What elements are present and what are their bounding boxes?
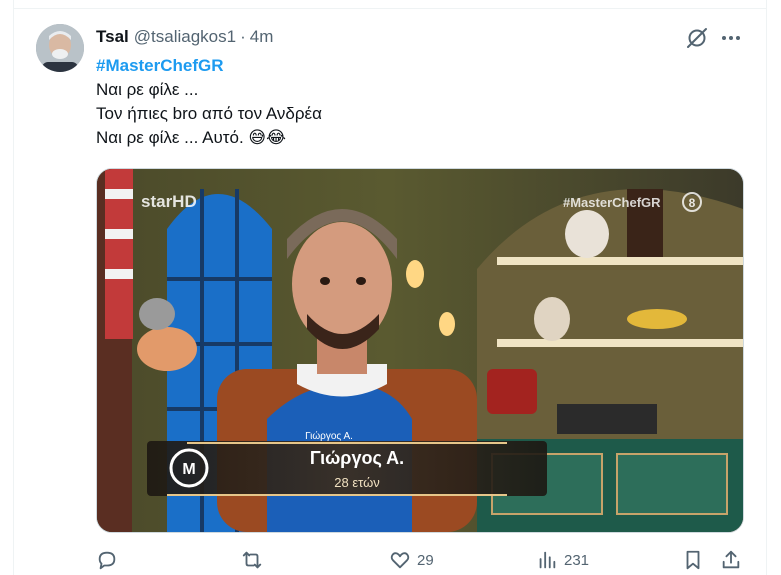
svg-text:M: M [182,461,195,478]
like-button[interactable]: 29 [389,546,434,574]
hashtag-link[interactable]: #MasterChefGR [96,54,322,78]
grok-icon[interactable] [685,26,709,50]
tweet-line: Ναι ρε φίλε ... [96,80,199,99]
tweet-card[interactable]: Tsal @tsaliagkos1 · 4m #MasterChefGR Ναι… [0,0,781,575]
more-icon[interactable] [719,26,743,50]
reply-button[interactable] [96,546,124,574]
rating-badge: 8 [689,196,696,210]
heart-icon [390,552,410,569]
reply-icon [98,551,116,570]
avatar[interactable] [36,24,84,72]
timeline-border-left [13,0,14,575]
show-hashtag-overlay: #MasterChefGR [563,195,661,210]
tweet-line: Ναι ρε φίλε ... Αυτό. 😅😂 [96,128,286,147]
tweet-media-image[interactable]: starHD #MasterChefGR 8 Γιώργος Α. M Γιώρ… [96,168,744,533]
separator-dot: · [240,27,246,46]
display-name[interactable]: Tsal [96,27,129,47]
tweet-text: #MasterChefGR Ναι ρε φίλε ... Τον ήπιες … [96,54,322,150]
retweet-icon [242,551,262,569]
bookmark-button[interactable] [682,546,704,574]
bookmark-icon [686,550,700,570]
views-count: 231 [564,551,590,569]
lower-third-name: Γιώργος Α. [310,448,404,468]
retweet-button[interactable] [241,546,269,574]
lower-third-age: 28 ετών [334,475,379,490]
timeline-border-right [766,0,767,575]
timestamp[interactable]: 4m [250,27,274,47]
like-count: 29 [417,551,434,569]
share-icon [722,550,740,569]
views-icon [539,551,556,569]
share-button[interactable] [720,546,742,574]
user-handle[interactable]: @tsaliagkos1 [134,27,236,47]
tweet-actions: 29 231 [96,546,746,574]
tweet-header: Tsal @tsaliagkos1 · 4m [96,26,273,48]
channel-logo: starHD [141,192,197,211]
views-button[interactable]: 231 [536,546,589,574]
tweet-line: Τον ήπιες bro από τον Ανδρέα [96,104,322,123]
apron-name: Γιώργος Α. [305,430,353,442]
tweet-divider [13,8,767,9]
